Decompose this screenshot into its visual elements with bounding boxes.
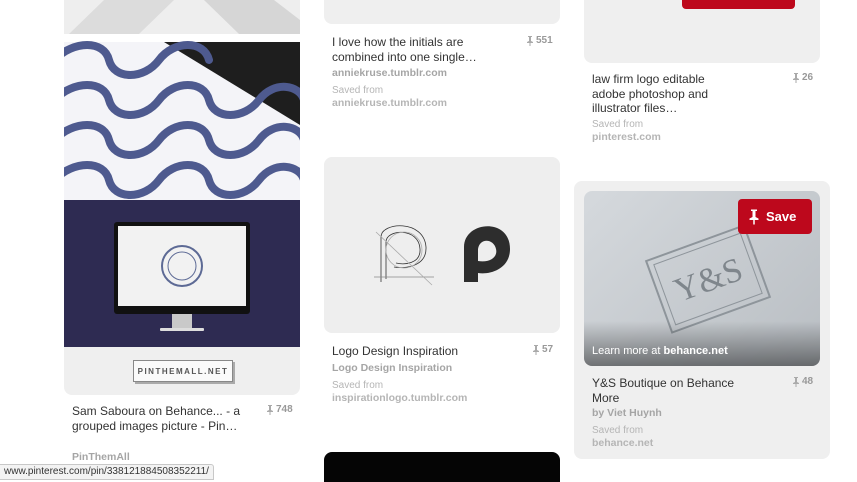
- pin-count-value: 551: [536, 35, 553, 46]
- saved-from-label: Saved from: [592, 119, 644, 130]
- red-banner: [682, 0, 795, 9]
- pattern-image: [64, 0, 300, 347]
- save-button-label: Save: [766, 209, 797, 224]
- pin-count-logo-design: 57: [532, 344, 553, 355]
- pin-icon: [267, 404, 273, 415]
- pin-source-initials[interactable]: anniekruse.tumblr.com: [332, 67, 447, 79]
- learn-more-prefix: Learn more at: [592, 345, 664, 357]
- pin-count-value: 57: [542, 344, 554, 355]
- pin-icon: [793, 376, 799, 387]
- pin-count-ys: 48: [792, 376, 813, 387]
- pin-icon: [533, 344, 539, 355]
- watermark-pinthemall: PINTHEMALL.NET: [133, 360, 233, 382]
- pin-image-initials[interactable]: [324, 0, 560, 24]
- saved-from-label: Saved from: [332, 85, 384, 96]
- saved-from-label: Saved from: [592, 425, 644, 436]
- pin-title-lawfirm[interactable]: law firm logo editable adobe photoshop a…: [592, 72, 717, 116]
- saved-from-source[interactable]: pinterest.com: [592, 131, 661, 143]
- status-bar-url: www.pinterest.com/pin/338121884508352211…: [0, 464, 214, 480]
- pin-title-logo-design[interactable]: Logo Design Inspiration: [332, 344, 517, 359]
- pin-image-sam-saboura[interactable]: [64, 0, 300, 347]
- learn-more-link[interactable]: Learn more at behance.net: [592, 345, 728, 357]
- pin-source-logo-design[interactable]: Logo Design Inspiration: [332, 362, 452, 374]
- pin-count-lawfirm: 26: [792, 72, 813, 83]
- pin-image-lawfirm[interactable]: [584, 0, 820, 63]
- pin-source-sam[interactable]: PinThemAll: [72, 451, 130, 463]
- pin-icon: [793, 72, 799, 83]
- pin-title-sam[interactable]: Sam Saboura on Behance... - a grouped im…: [72, 404, 252, 433]
- learn-more-site: behance.net: [663, 345, 728, 357]
- save-button[interactable]: Save: [738, 199, 812, 234]
- saved-from-source[interactable]: behance.net: [592, 437, 653, 449]
- pin-icon: [749, 209, 759, 224]
- p-logo-image: [374, 225, 510, 286]
- watermark-text: PINTHEMALL.NET: [137, 366, 229, 376]
- pin-image-logo-design[interactable]: [324, 157, 560, 333]
- pin-image-next[interactable]: [324, 452, 560, 482]
- svg-text:Y&S: Y&S: [669, 251, 747, 310]
- pin-count-sam: 748: [266, 404, 293, 415]
- pin-icon: [527, 35, 533, 46]
- pin-title-ys[interactable]: Y&S Boutique on Behance More: [592, 376, 752, 405]
- pin-count-value: 48: [802, 376, 814, 387]
- saved-from-source[interactable]: inspirationlogo.tumblr.com: [332, 392, 467, 404]
- pin-count-value: 748: [276, 404, 293, 415]
- pin-count-initials: 551: [526, 35, 553, 46]
- pin-count-value: 26: [802, 72, 814, 83]
- saved-from-source[interactable]: anniekruse.tumblr.com: [332, 97, 447, 109]
- pin-attribution-ys[interactable]: by Viet Huynh: [592, 407, 662, 419]
- saved-from-label: Saved from: [332, 380, 384, 391]
- pin-title-initials[interactable]: I love how the initials are combined int…: [332, 35, 517, 64]
